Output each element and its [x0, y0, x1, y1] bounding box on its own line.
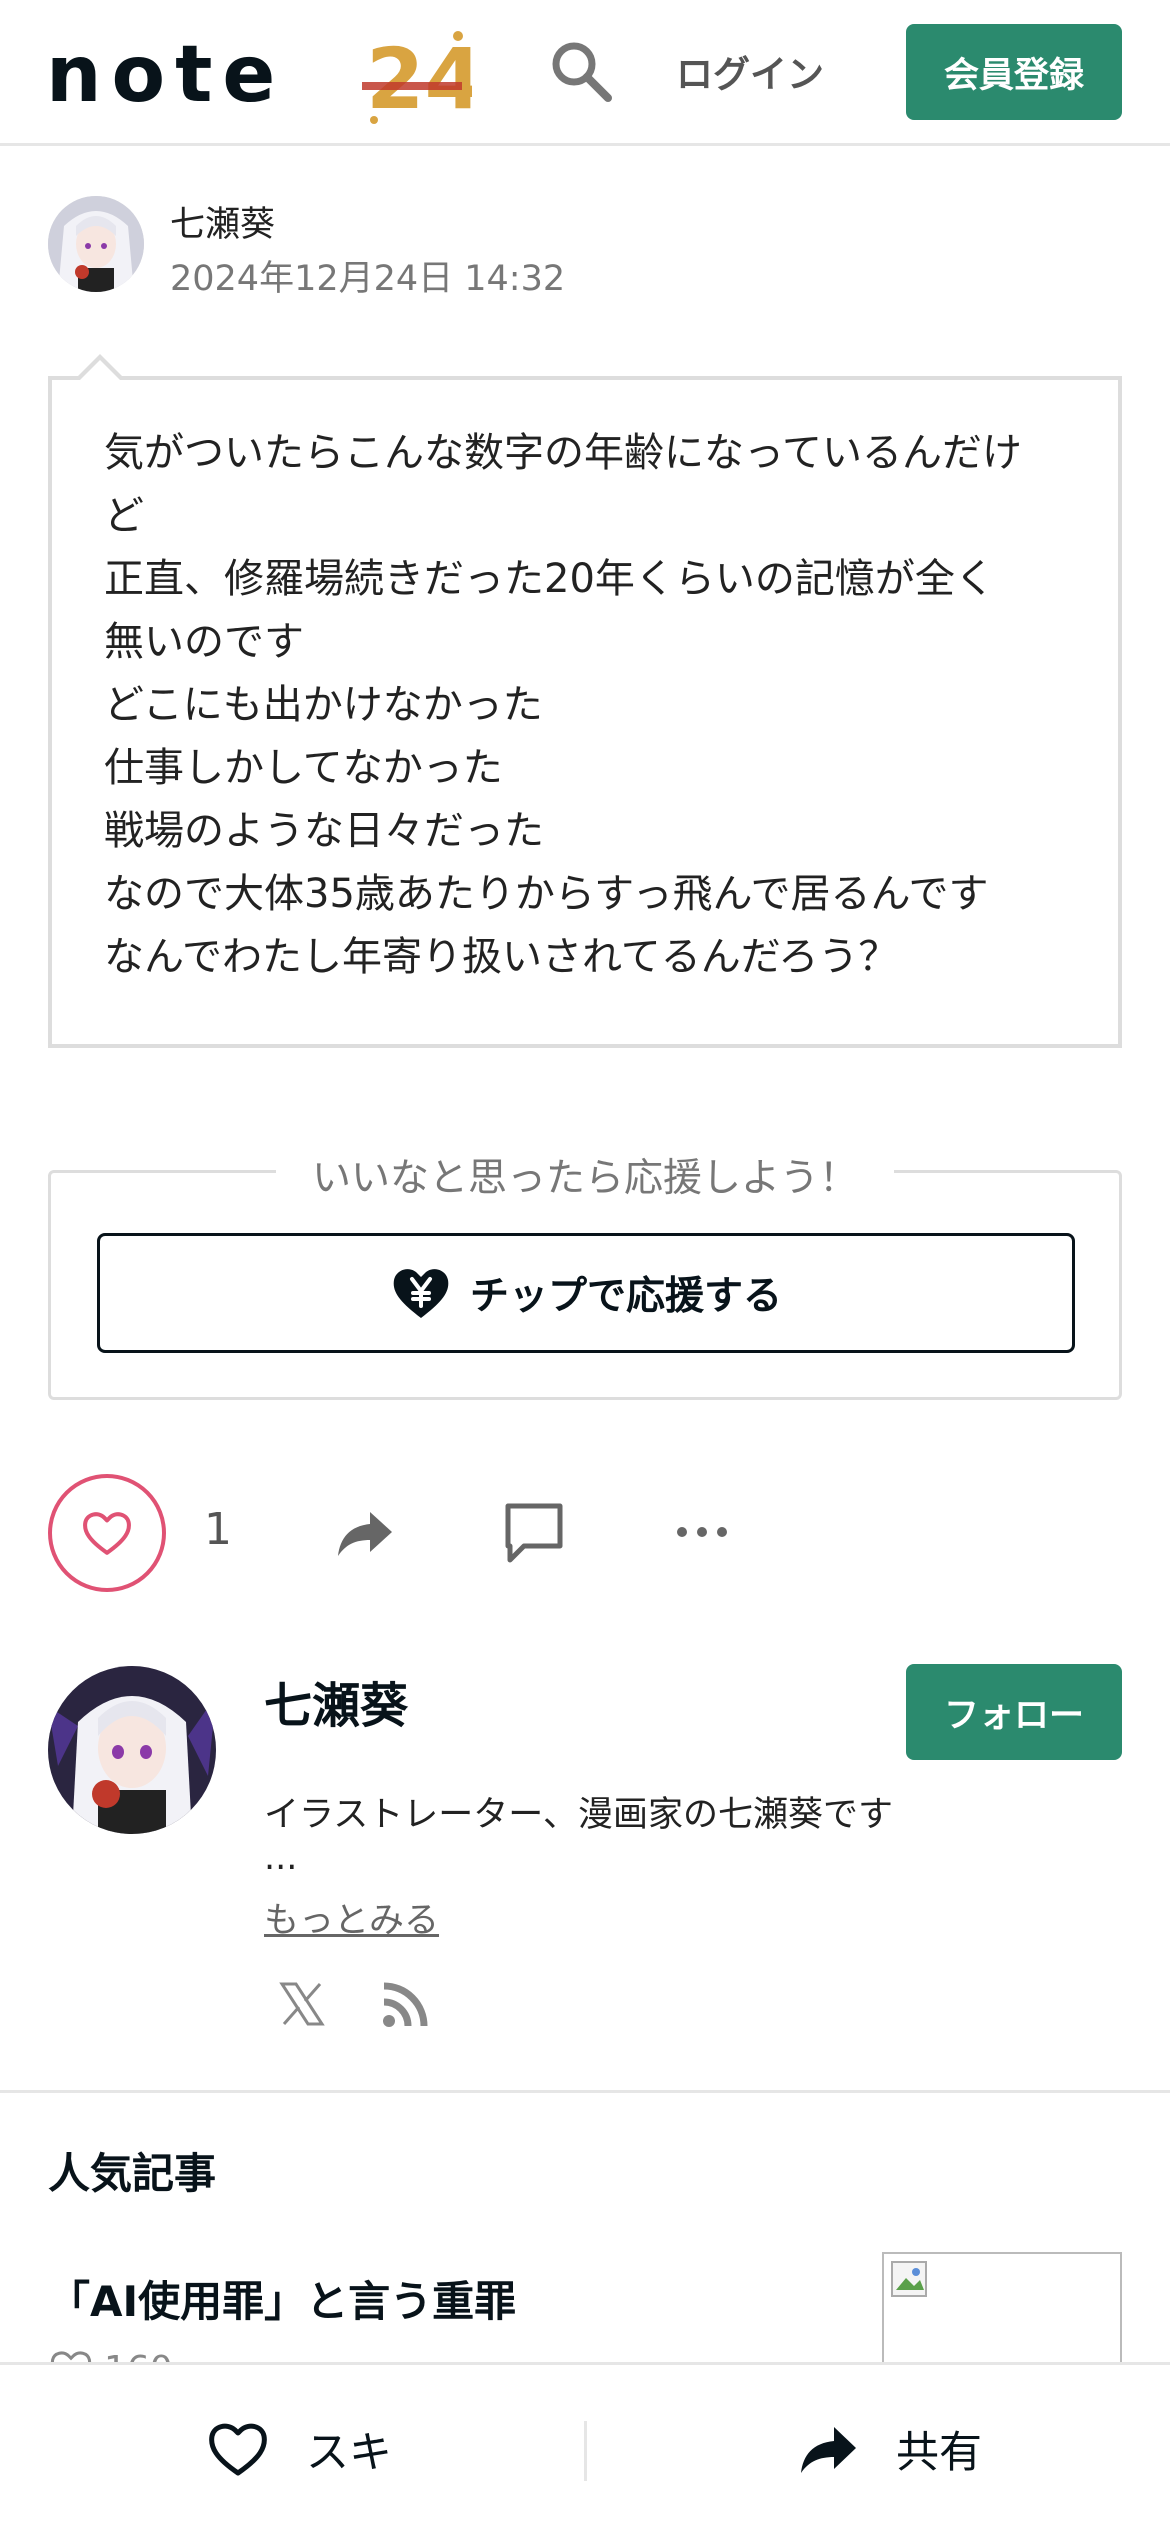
creator-avatar[interactable] [48, 1666, 216, 1834]
tip-label: いいなと思ったら応援しよう！ [275, 1147, 895, 1203]
like-button[interactable] [48, 1474, 166, 1592]
broken-image-icon [891, 2261, 927, 2297]
heart-icon [83, 1512, 131, 1555]
more-link[interactable]: もっとみる [264, 1892, 439, 1943]
follow-button[interactable]: フォロー [906, 1664, 1122, 1760]
author-name[interactable]: 七瀬葵 [170, 196, 275, 247]
rss-icon[interactable] [380, 1980, 430, 2030]
avatar-illustration [48, 196, 144, 292]
more-icon[interactable] [672, 1512, 732, 1552]
bottom-like-label: スキ [306, 2428, 392, 2478]
heart-icon [209, 2423, 267, 2476]
body-line: 気がついたらこんな数字の年齢になっているんだけ [104, 430, 1022, 476]
post-body-box: 気がついたらこんな数字の年齢になっているんだけ ど 正直、修羅場続きだった20年… [48, 354, 1122, 1048]
bottom-share-button[interactable]: 共有 [796, 2417, 982, 2481]
like-count: 1 [204, 1504, 232, 1555]
share-icon[interactable] [334, 1502, 396, 1564]
body-line: なんでわたし年寄り扱いされてるんだろう？ [104, 934, 899, 980]
login-button[interactable]: ログイン [676, 44, 824, 98]
tip-button-label: チップで応援する [469, 1274, 782, 1319]
body-line: ど [104, 493, 144, 539]
logo-text: note [46, 30, 286, 120]
creator-bio-ellipsis: ... [264, 1838, 298, 1878]
bottom-bar-separator [584, 2421, 587, 2481]
tip-button[interactable]: チップで応援する [97, 1233, 1075, 1353]
yen-heart-icon [393, 1269, 449, 1318]
search-icon[interactable] [548, 38, 614, 104]
tip-section: いいなと思ったら応援しよう！ チップで応援する [48, 1147, 1122, 1400]
body-line: 戦場のような日々だった [104, 808, 544, 854]
site-header: note 24 ログイン 会員登録 [0, 0, 1170, 146]
share-icon [801, 2427, 856, 2473]
post-body: 気がついたらこんな数字の年齢になっているんだけ ど 正直、修羅場続きだった20年… [104, 422, 1104, 989]
popular-article-title[interactable]: 「AI使用罪」と言う重罪 [48, 2268, 516, 2329]
section-divider [0, 2090, 1170, 2093]
author-avatar[interactable] [48, 196, 144, 292]
bottom-like-button[interactable]: スキ [206, 2417, 392, 2481]
bottom-action-bar: スキ 共有 [0, 2362, 1170, 2532]
comment-icon[interactable] [500, 1498, 568, 1566]
creator-avatar-illustration [48, 1666, 216, 1834]
creator-name[interactable]: 七瀬葵 [264, 1666, 408, 1736]
signup-button[interactable]: 会員登録 [906, 24, 1122, 120]
body-line: 正直、修羅場続きだった20年くらいの記憶が全く [104, 556, 995, 602]
popular-section-title: 人気記事 [48, 2149, 217, 2198]
logo-24-badge: 24 [362, 30, 472, 124]
bottom-share-label: 共有 [896, 2428, 982, 2478]
body-line: 仕事しかしてなかった [104, 745, 503, 791]
body-line: どこにも出かけなかった [104, 682, 543, 728]
note-logo[interactable]: note 24 [46, 30, 472, 124]
body-line: なので大体35歳あたりからすっ飛んで居るんです [104, 871, 989, 917]
popular-article-thumbnail[interactable] [882, 2252, 1122, 2372]
logo-24-text: 24 [366, 30, 472, 124]
creator-bio: イラストレーター、漫画家の七瀬葵です [264, 1795, 893, 1835]
body-line: 無いのです [104, 619, 304, 665]
post-date: 2024年12月24日 14:32 [170, 259, 566, 299]
x-icon[interactable] [276, 1978, 328, 2030]
